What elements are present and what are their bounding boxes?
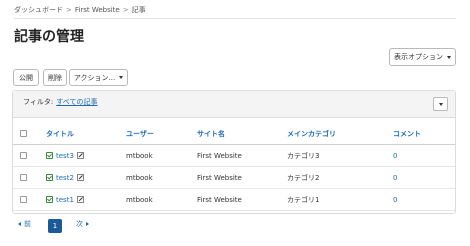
table-row: test2 mtbook First Website カテゴリ2 0 [13, 167, 455, 189]
chevron-down-icon [119, 76, 124, 79]
entry-comments-link[interactable]: 0 [393, 145, 397, 166]
entry-category: カテゴリ3 [287, 151, 320, 160]
entry-comments-link[interactable]: 0 [393, 167, 397, 188]
entry-category: カテゴリ1 [287, 195, 320, 204]
entry-title-link[interactable]: test3 [56, 152, 74, 160]
table-row: test3 mtbook First Website カテゴリ3 0 [13, 145, 455, 167]
breadcrumb-dashboard[interactable]: ダッシュボード [14, 5, 63, 15]
published-status-icon [46, 196, 53, 203]
row-checkbox[interactable] [20, 196, 27, 203]
pagination-prev[interactable]: 前 [18, 219, 31, 229]
actions-dropdown[interactable]: アクション... [69, 69, 128, 86]
breadcrumb-separator: > [122, 6, 129, 14]
chevron-down-icon [438, 102, 443, 106]
entry-site: First Website [197, 195, 242, 204]
row-checkbox[interactable] [20, 152, 27, 159]
actions-label: アクション... [73, 73, 116, 82]
filter-label: フィルタ: [23, 98, 54, 106]
header-divider [14, 18, 456, 19]
pagination-next[interactable]: 次 [76, 219, 89, 229]
display-options-button[interactable]: 表示オプション [389, 48, 456, 66]
column-header-site[interactable]: サイト名 [197, 123, 225, 144]
publish-button[interactable]: 公開 [13, 69, 39, 86]
entry-comments-link[interactable]: 0 [393, 189, 397, 210]
published-status-icon [46, 174, 53, 181]
display-options-label: 表示オプション [394, 53, 443, 61]
filter-toggle-button[interactable] [433, 97, 448, 111]
edit-icon[interactable] [77, 196, 84, 203]
edit-icon[interactable] [77, 174, 84, 181]
select-all-checkbox[interactable] [20, 130, 27, 137]
page-title: 記事の管理 [14, 29, 84, 45]
table-row: test1 mtbook First Website カテゴリ1 0 [13, 189, 455, 211]
column-header-user[interactable]: ユーザー [126, 123, 154, 144]
pagination-next-label: 次 [76, 220, 83, 228]
entry-site: First Website [197, 151, 242, 160]
breadcrumb: ダッシュボード > First Website > 記事 [14, 5, 146, 15]
column-header-category[interactable]: メインカテゴリ [287, 123, 336, 144]
chevron-right-icon [86, 222, 89, 226]
pagination-prev-label: 前 [24, 220, 31, 228]
chevron-left-icon [18, 222, 21, 226]
breadcrumb-current: 記事 [131, 6, 146, 14]
column-header-comments[interactable]: コメント [393, 123, 421, 144]
entry-site: First Website [197, 173, 242, 182]
entry-title-link[interactable]: test1 [56, 196, 74, 204]
edit-icon[interactable] [77, 152, 84, 159]
filter-label-group: フィルタ: すべての記事 [23, 97, 97, 107]
entry-user: mtbook [126, 173, 153, 182]
entry-list-panel: フィルタ: すべての記事 タイトル ユーザー サイト名 メインカテゴリ コメント… [12, 90, 456, 214]
published-status-icon [46, 152, 53, 159]
entry-user: mtbook [126, 151, 153, 160]
table-header-row: タイトル ユーザー サイト名 メインカテゴリ コメント [13, 123, 455, 145]
breadcrumb-website[interactable]: First Website [75, 6, 120, 14]
filter-all-entries-link[interactable]: すべての記事 [56, 97, 97, 107]
entry-user: mtbook [126, 195, 153, 204]
pagination-current-page[interactable]: 1 [48, 219, 62, 233]
entry-title-link[interactable]: test2 [56, 174, 74, 182]
chevron-down-icon [447, 55, 451, 59]
entry-category: カテゴリ2 [287, 173, 320, 182]
delete-button[interactable]: 削除 [43, 69, 67, 86]
filter-bar: フィルタ: すべての記事 [13, 91, 455, 118]
column-header-title[interactable]: タイトル [46, 123, 74, 144]
breadcrumb-separator: > [66, 6, 72, 14]
row-checkbox[interactable] [20, 174, 27, 181]
